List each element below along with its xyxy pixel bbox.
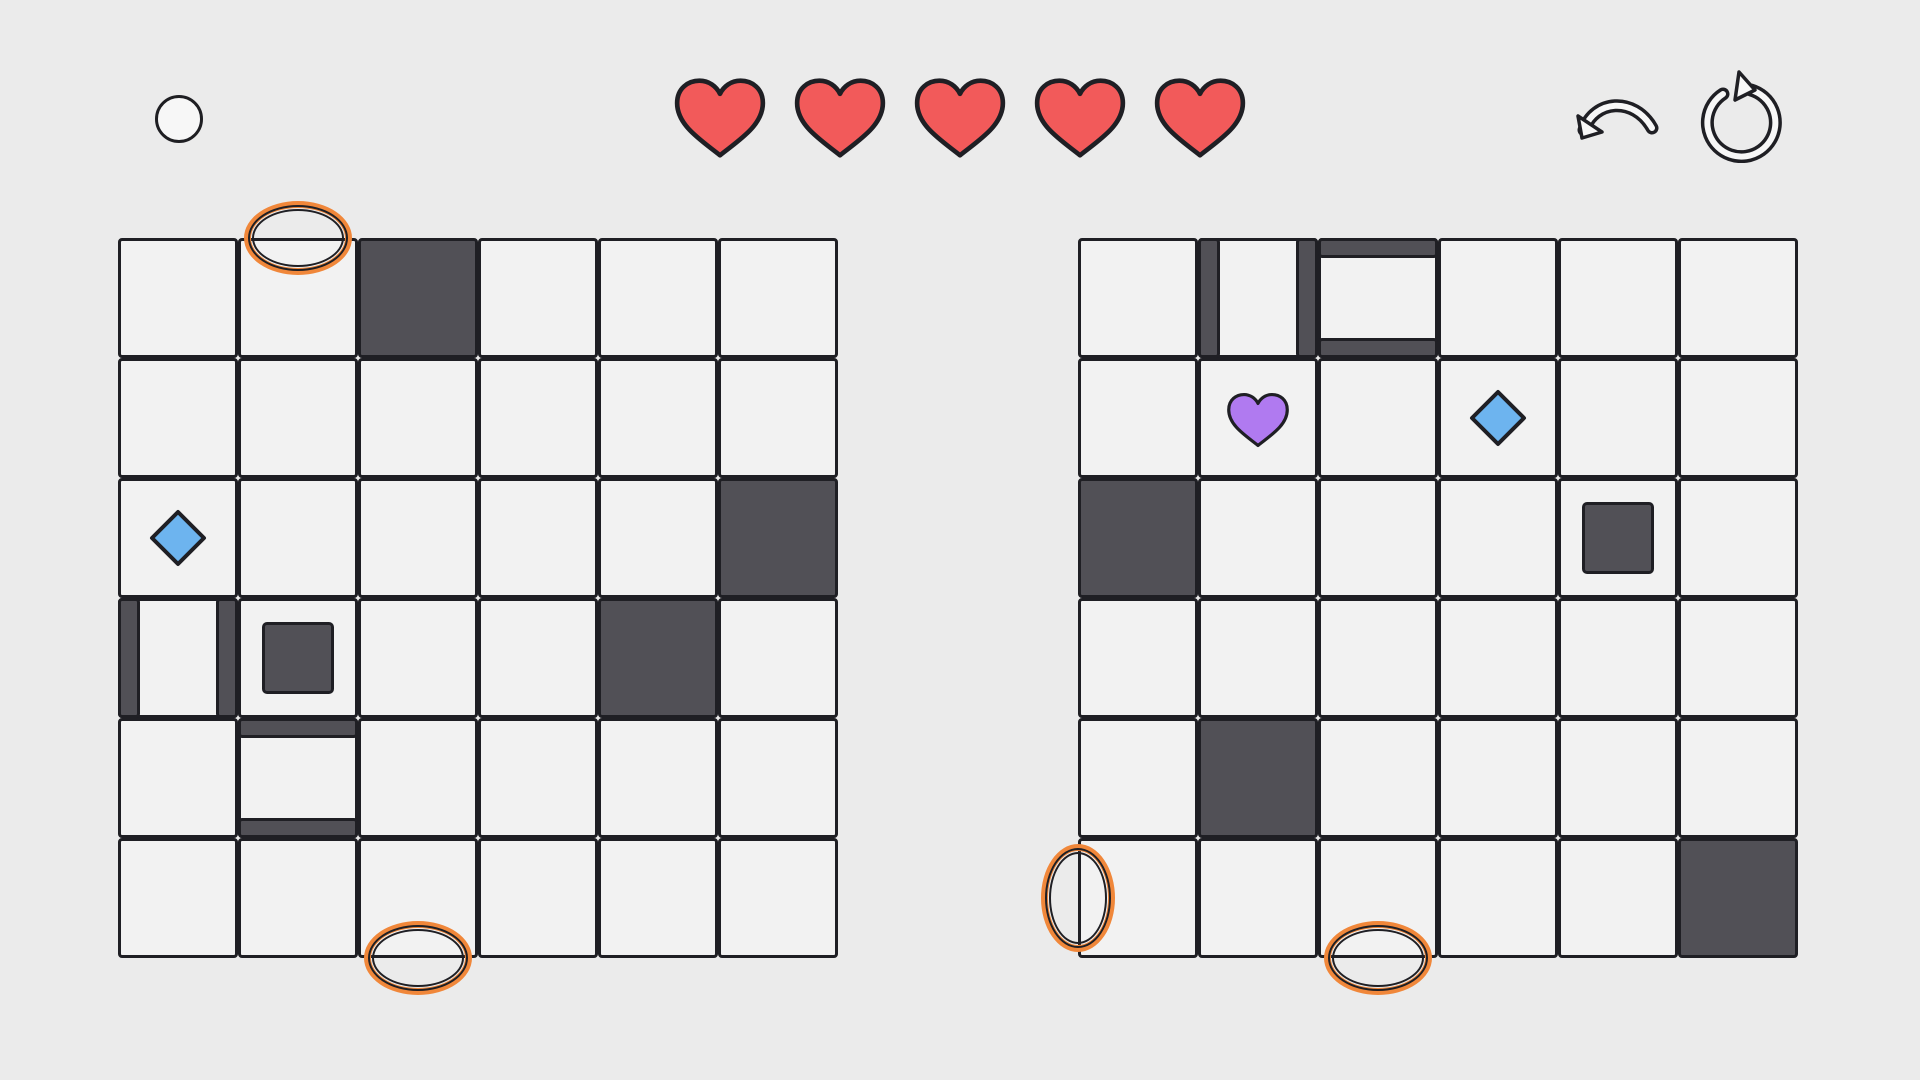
board-cell[interactable]: [238, 358, 358, 478]
board-cell[interactable]: [1318, 478, 1438, 598]
board-cell[interactable]: [118, 238, 238, 358]
board-cell[interactable]: [598, 838, 718, 958]
heart-icon: [1227, 392, 1289, 448]
heart-icon: [674, 78, 766, 158]
board-cell-dark[interactable]: [1078, 478, 1198, 598]
wall-segment: [238, 718, 358, 738]
wall-segment: [1318, 338, 1438, 358]
diamond-gem[interactable]: [1469, 389, 1527, 447]
board-cell-dark[interactable]: [1198, 718, 1318, 838]
life-heart: [673, 77, 767, 159]
undo-button[interactable]: [1572, 88, 1662, 158]
board-cell[interactable]: [1078, 358, 1198, 478]
board-cell[interactable]: [478, 838, 598, 958]
heart-icon: [794, 78, 886, 158]
board-cell[interactable]: [1558, 838, 1678, 958]
board-cell[interactable]: [1078, 718, 1198, 838]
portal-ring[interactable]: [244, 201, 352, 275]
portal-inner-ring: [252, 209, 344, 267]
portal-ring[interactable]: [1041, 844, 1115, 952]
board-cell[interactable]: [118, 358, 238, 478]
board-cell[interactable]: [1438, 478, 1558, 598]
board-cell[interactable]: [1438, 718, 1558, 838]
board-cell-dark[interactable]: [718, 478, 838, 598]
life-heart: [913, 77, 1007, 159]
pushable-block[interactable]: [1582, 502, 1654, 574]
board-cell[interactable]: [718, 358, 838, 478]
diamond-gem[interactable]: [149, 509, 207, 567]
wall-segment: [118, 598, 140, 718]
board-cell[interactable]: [718, 838, 838, 958]
board-cell[interactable]: [358, 478, 478, 598]
board-cell[interactable]: [238, 838, 358, 958]
board-cell[interactable]: [478, 718, 598, 838]
life-heart: [1033, 77, 1127, 159]
board-cell[interactable]: [1438, 598, 1558, 718]
board-cell[interactable]: [1678, 478, 1798, 598]
portal-inner-ring: [1332, 929, 1424, 987]
pushable-block[interactable]: [262, 622, 334, 694]
board-cell[interactable]: [598, 358, 718, 478]
state-indicator: [155, 95, 203, 143]
board-cell[interactable]: [1318, 718, 1438, 838]
wall-segment: [238, 818, 358, 838]
board-cell[interactable]: [1558, 718, 1678, 838]
board-cell[interactable]: [118, 838, 238, 958]
portal-ring[interactable]: [1324, 921, 1432, 995]
board-cell[interactable]: [718, 718, 838, 838]
board-cell[interactable]: [358, 598, 478, 718]
board-cell[interactable]: [1678, 718, 1798, 838]
board-cell[interactable]: [1078, 598, 1198, 718]
board-cell[interactable]: [718, 238, 838, 358]
board-cell[interactable]: [1438, 238, 1558, 358]
board-cell[interactable]: [1678, 358, 1798, 478]
portal-inner-ring: [1049, 852, 1107, 944]
board-cell-dark[interactable]: [1678, 838, 1798, 958]
board-cell[interactable]: [598, 718, 718, 838]
life-heart: [793, 77, 887, 159]
board-cell[interactable]: [238, 478, 358, 598]
wall-segment: [1318, 238, 1438, 258]
board-cell[interactable]: [1318, 598, 1438, 718]
board-cell-dark[interactable]: [598, 598, 718, 718]
board-cell[interactable]: [478, 478, 598, 598]
board-cell[interactable]: [1558, 358, 1678, 478]
board-cell[interactable]: [1678, 238, 1798, 358]
heart-icon: [1154, 78, 1246, 158]
heart-icon: [914, 78, 1006, 158]
wall-segment: [1198, 238, 1220, 358]
board-cell[interactable]: [1318, 358, 1438, 478]
restart-button[interactable]: [1693, 68, 1785, 164]
purple-heart-pickup[interactable]: [1226, 392, 1290, 448]
diamond-icon: [1470, 390, 1526, 446]
board-cell[interactable]: [358, 358, 478, 478]
board-cell[interactable]: [118, 718, 238, 838]
board-cell[interactable]: [478, 598, 598, 718]
board-cell[interactable]: [1678, 598, 1798, 718]
life-heart: [1153, 77, 1247, 159]
restart-icon: [1700, 70, 1782, 164]
board-cell[interactable]: [598, 238, 718, 358]
board-cell[interactable]: [358, 718, 478, 838]
board-cell[interactable]: [1198, 838, 1318, 958]
board-cell[interactable]: [478, 358, 598, 478]
board-cell[interactable]: [1558, 598, 1678, 718]
undo-icon: [1576, 99, 1659, 140]
wall-segment: [1296, 238, 1318, 358]
board-cell[interactable]: [1558, 238, 1678, 358]
board-cell[interactable]: [1438, 838, 1558, 958]
board-cell[interactable]: [718, 598, 838, 718]
board-cell[interactable]: [478, 238, 598, 358]
heart-icon: [1034, 78, 1126, 158]
board-cell[interactable]: [1078, 238, 1198, 358]
board-cell[interactable]: [1198, 598, 1318, 718]
diamond-icon: [150, 510, 206, 566]
board-cell[interactable]: [1198, 478, 1318, 598]
portal-inner-ring: [372, 929, 464, 987]
portal-ring[interactable]: [364, 921, 472, 995]
board-cell-dark[interactable]: [358, 238, 478, 358]
board-cell[interactable]: [598, 478, 718, 598]
wall-segment: [216, 598, 238, 718]
